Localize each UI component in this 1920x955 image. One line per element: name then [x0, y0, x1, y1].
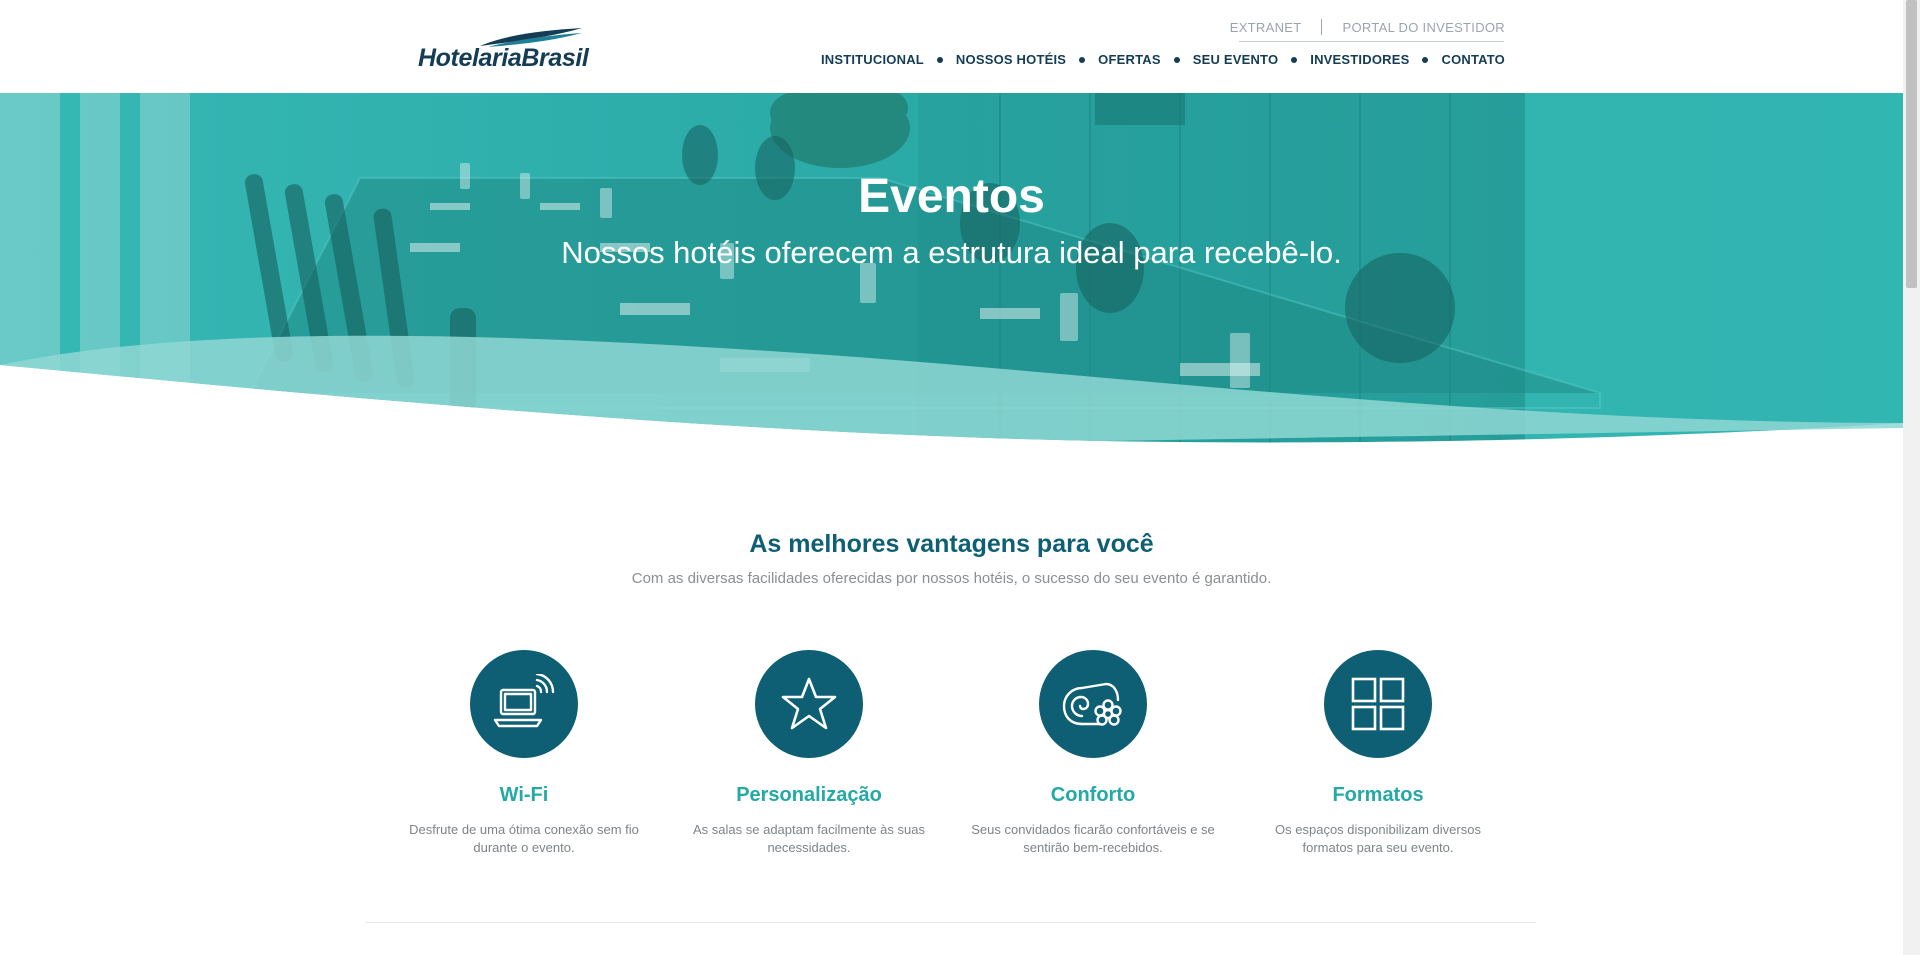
feature-icon-circle [470, 650, 578, 758]
laptop-wifi-icon [493, 674, 555, 728]
feature-formatos: Formatos Os espaços disponibilizam diver… [1243, 650, 1513, 857]
feature-icon-circle [1039, 650, 1147, 758]
hero-title: Eventos [858, 170, 1045, 223]
nav-investidores[interactable]: INVESTIDORES [1310, 52, 1409, 67]
topbar-separator [1321, 19, 1323, 35]
top-links: EXTRANET PORTAL DO INVESTIDOR [1230, 19, 1505, 35]
feature-title: Formatos [1332, 784, 1424, 806]
section-divider [366, 922, 1536, 923]
hero-subtitle: Nossos hotéis oferecem a estrutura ideal… [561, 235, 1342, 270]
feature-description: Os espaços disponibilizam diversos forma… [1275, 822, 1481, 855]
feature-description: Desfrute de uma ótima conexão sem fio du… [409, 822, 639, 855]
benefits-subtitle: Com as diversas facilidades oferecidas p… [631, 570, 1272, 587]
feature-title: Conforto [1050, 784, 1136, 806]
investor-portal-link[interactable]: PORTAL DO INVESTIDOR [1342, 20, 1505, 35]
nav-ofertas[interactable]: OFERTAS [1098, 52, 1161, 67]
feature-icon-circle [1324, 650, 1432, 758]
feature-wifi: Wi-Fi Desfrute de uma ótima conexão sem … [389, 650, 659, 857]
feature-description: As salas se adaptam facilmente às suas n… [693, 822, 925, 855]
feature-title: Wi-Fi [499, 784, 549, 806]
site-header: HotelariaBrasil EXTRANET PORTAL DO INVES… [0, 0, 1903, 93]
star-icon [781, 677, 837, 730]
scrollbar-thumb[interactable] [1906, 0, 1917, 288]
hero-banner: Eventos Nossos hotéis oferecem a estrutu… [0, 93, 1903, 458]
page-scrollbar[interactable] [1903, 0, 1920, 955]
nav-nossos-hoteis[interactable]: NOSSOS HOTÉIS [956, 52, 1066, 67]
topbar-underline [1239, 41, 1504, 42]
benefits-title: As melhores vantagens para você [749, 530, 1154, 558]
extranet-link[interactable]: EXTRANET [1230, 20, 1302, 35]
nav-bullet [1173, 56, 1180, 63]
feature-icon-circle [755, 650, 863, 758]
hero-background-image [0, 93, 1903, 458]
nav-bullet [1079, 56, 1086, 63]
nav-bullet [1291, 56, 1298, 63]
nav-bullet [936, 56, 943, 63]
site-logo[interactable]: HotelariaBrasil [418, 26, 589, 74]
nav-bullet [1422, 56, 1429, 63]
nav-institucional[interactable]: INSTITUCIONAL [821, 52, 924, 67]
page: HotelariaBrasil EXTRANET PORTAL DO INVES… [0, 0, 1920, 955]
feature-description: Seus convidados ficarão confortáveis e s… [971, 822, 1215, 855]
nav-seu-evento[interactable]: SEU EVENTO [1193, 52, 1279, 67]
feature-title: Personalização [736, 784, 882, 806]
logo-text: HotelariaBrasil [418, 44, 589, 72]
feature-conforto: Conforto Seus convidados ficarão confort… [958, 650, 1228, 857]
feature-personalizacao: Personalização As salas se adaptam facil… [674, 650, 944, 857]
towel-flower-icon [1062, 682, 1122, 726]
main-nav: INSTITUCIONAL NOSSOS HOTÉIS OFERTAS SEU … [821, 52, 1505, 67]
grid-icon [1351, 677, 1405, 731]
nav-contato[interactable]: CONTATO [1441, 52, 1505, 67]
